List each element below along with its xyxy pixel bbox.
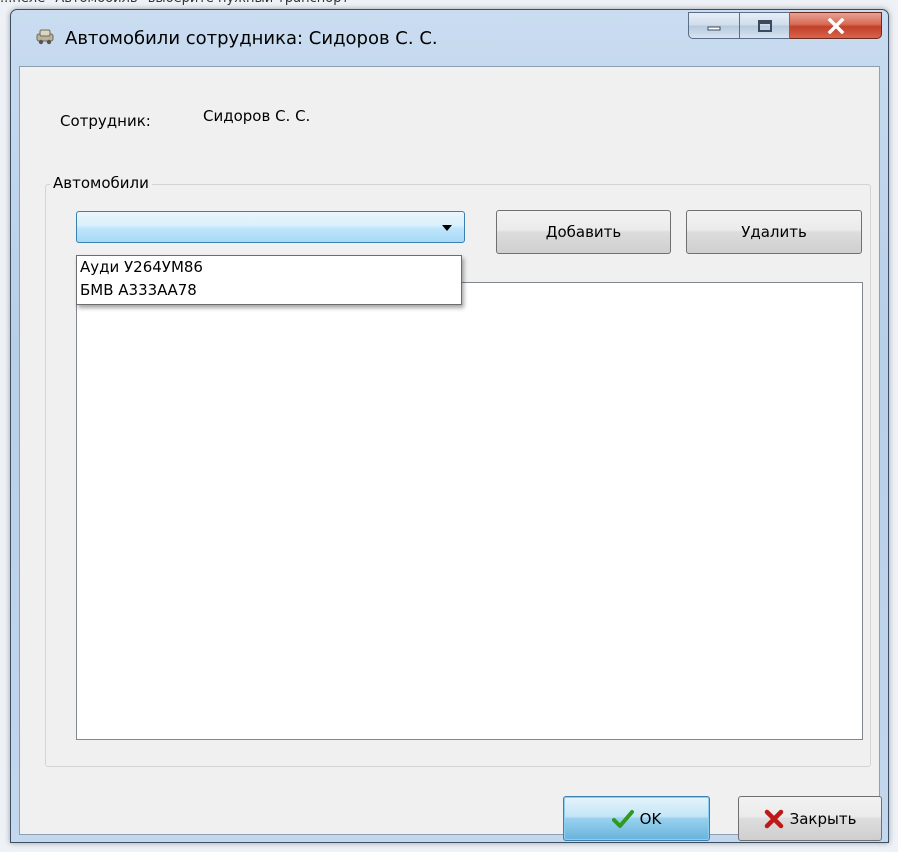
car-app-icon	[36, 29, 54, 45]
employee-name: Сидоров С. С.	[203, 107, 311, 125]
cars-listbox[interactable]	[76, 282, 863, 740]
car-select-combobox[interactable]	[76, 211, 465, 243]
red-x-icon	[764, 809, 783, 828]
cars-group-title: Автомобили	[50, 174, 152, 192]
window-title: Автомобили сотрудника: Сидоров С. С.	[65, 28, 438, 49]
minimize-icon	[707, 26, 721, 30]
close-window-button[interactable]	[790, 12, 882, 39]
close-icon	[827, 17, 844, 34]
car-dropdown-list[interactable]: Ауди У264УМ86 БМВ А333АА78	[76, 255, 462, 305]
maximize-button[interactable]	[740, 12, 790, 39]
dialog-body: Сотрудник: Сидоров С. С. Автомобили Доба…	[19, 66, 882, 841]
title-bar[interactable]: Автомобили сотрудника: Сидоров С. С.	[11, 10, 888, 66]
close-label: Закрыть	[789, 809, 857, 828]
dropdown-item[interactable]: БМВ А333АА78	[77, 279, 461, 302]
ok-label: OK	[639, 809, 662, 828]
checkmark-icon	[611, 809, 634, 828]
delete-button[interactable]: Удалить	[686, 210, 862, 254]
minimize-button[interactable]	[688, 12, 740, 39]
dialog-window: Автомобили сотрудника: Сидоров С. С. Сот…	[10, 9, 889, 843]
chevron-down-icon[interactable]	[442, 225, 452, 231]
add-button[interactable]: Добавить	[496, 210, 671, 254]
ok-button[interactable]: OK	[563, 796, 710, 841]
employee-label: Сотрудник:	[60, 112, 151, 130]
caption-buttons	[688, 12, 882, 40]
close-button[interactable]: Закрыть	[738, 796, 882, 841]
dropdown-item[interactable]: Ауди У264УМ86	[77, 256, 461, 279]
maximize-icon	[757, 19, 772, 32]
background-caption: ...пеле "Автомобиль" выберите нужный тра…	[0, 0, 898, 9]
